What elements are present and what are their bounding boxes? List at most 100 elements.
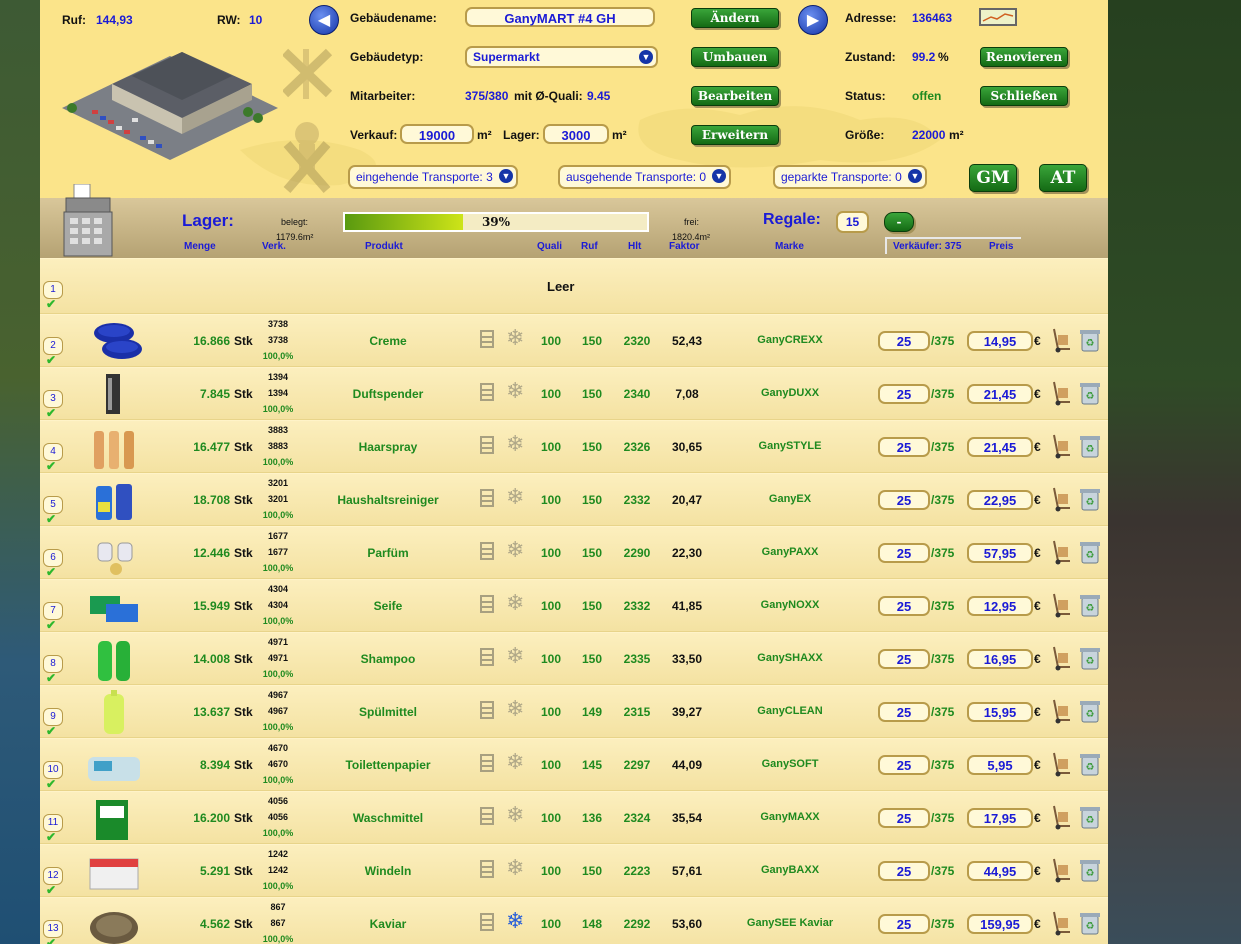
snowflake-icon[interactable]: ❄ — [506, 910, 524, 932]
hand-truck-icon[interactable] — [1048, 592, 1072, 618]
trash-icon[interactable]: ♻ — [1078, 751, 1102, 777]
col-preis[interactable]: Preis — [989, 241, 1013, 252]
product-name[interactable]: Spülmittel — [288, 705, 488, 719]
preis-input[interactable]: 17,95 — [967, 808, 1033, 828]
verkaeufer-input[interactable]: 25 — [878, 490, 930, 510]
snowflake-icon[interactable]: ❄ — [506, 592, 524, 614]
product-name[interactable]: Parfüm — [288, 546, 488, 560]
shelf-cart-icon[interactable] — [479, 435, 495, 457]
snowflake-icon[interactable]: ❄ — [506, 380, 524, 402]
trash-icon[interactable]: ♻ — [1078, 645, 1102, 671]
at-button[interactable]: AT — [1039, 164, 1087, 192]
bearbeiten-button[interactable]: Bearbeiten — [691, 86, 779, 106]
hand-truck-icon[interactable] — [1048, 698, 1072, 724]
product-name[interactable]: Duftspender — [288, 387, 488, 401]
col-hlt[interactable]: Hlt — [628, 241, 641, 252]
hand-truck-icon[interactable] — [1048, 910, 1072, 936]
chart-icon[interactable] — [979, 8, 1017, 26]
hand-truck-icon[interactable] — [1048, 751, 1072, 777]
verkaeufer-input[interactable]: 25 — [878, 437, 930, 457]
product-name[interactable]: Waschmittel — [288, 811, 488, 825]
shelf-cart-icon[interactable] — [479, 541, 495, 563]
hand-truck-icon[interactable] — [1048, 804, 1072, 830]
trash-icon[interactable]: ♻ — [1078, 804, 1102, 830]
trash-icon[interactable]: ♻ — [1078, 910, 1102, 936]
shelf-cart-icon[interactable] — [479, 382, 495, 404]
snowflake-icon[interactable]: ❄ — [506, 539, 524, 561]
verkaeufer-input[interactable]: 25 — [878, 914, 930, 934]
verkauf-field[interactable]: 19000 — [400, 124, 474, 144]
trash-icon[interactable]: ♻ — [1078, 433, 1102, 459]
snowflake-icon[interactable]: ❄ — [506, 327, 524, 349]
trash-icon[interactable]: ♻ — [1078, 698, 1102, 724]
verkaeufer-input[interactable]: 25 — [878, 543, 930, 563]
renovieren-button[interactable]: Renovieren — [980, 47, 1068, 67]
col-faktor[interactable]: Faktor — [669, 241, 700, 252]
preis-input[interactable]: 14,95 — [967, 331, 1033, 351]
shelf-cart-icon[interactable] — [479, 806, 495, 828]
regale-field[interactable]: 15 — [836, 211, 869, 233]
shelf-cart-icon[interactable] — [479, 647, 495, 669]
verkaeufer-input[interactable]: 25 — [878, 702, 930, 722]
verkaeufer-input[interactable]: 25 — [878, 384, 930, 404]
building-type-select[interactable]: Supermarkt ▼ — [465, 46, 658, 68]
verkaeufer-input[interactable]: 25 — [878, 861, 930, 881]
verkaeufer-input[interactable]: 25 — [878, 331, 930, 351]
snowflake-icon[interactable]: ❄ — [506, 751, 524, 773]
ausgehende-transporte-select[interactable]: ausgehende Transporte: 0 ▼ — [558, 165, 731, 189]
preis-input[interactable]: 22,95 — [967, 490, 1033, 510]
preis-input[interactable]: 44,95 — [967, 861, 1033, 881]
col-ruf[interactable]: Ruf — [581, 241, 598, 252]
shelf-cart-icon[interactable] — [479, 700, 495, 722]
preis-input[interactable]: 12,95 — [967, 596, 1033, 616]
col-marke[interactable]: Marke — [775, 241, 804, 252]
snowflake-icon[interactable]: ❄ — [506, 857, 524, 879]
preis-input[interactable]: 21,45 — [967, 384, 1033, 404]
preis-input[interactable]: 57,95 — [967, 543, 1033, 563]
hand-truck-icon[interactable] — [1048, 327, 1072, 353]
trash-icon[interactable]: ♻ — [1078, 857, 1102, 883]
preis-input[interactable]: 5,95 — [967, 755, 1033, 775]
product-name[interactable]: Windeln — [288, 864, 488, 878]
lager-field[interactable]: 3000 — [543, 124, 609, 144]
shelf-cart-icon[interactable] — [479, 753, 495, 775]
verkaeufer-input[interactable]: 25 — [878, 755, 930, 775]
product-name[interactable]: Toilettenpapier — [288, 758, 488, 772]
regale-minus-button[interactable]: - — [884, 212, 914, 232]
col-quali[interactable]: Quali — [537, 241, 562, 252]
erweitern-button[interactable]: Erweitern — [691, 125, 779, 145]
shelf-cart-icon[interactable] — [479, 488, 495, 510]
snowflake-icon[interactable]: ❄ — [506, 645, 524, 667]
hand-truck-icon[interactable] — [1048, 645, 1072, 671]
trash-icon[interactable]: ♻ — [1078, 486, 1102, 512]
hand-truck-icon[interactable] — [1048, 539, 1072, 565]
building-name-field[interactable]: GanyMART #4 GH — [465, 7, 655, 27]
product-name[interactable]: Haarspray — [288, 440, 488, 454]
previous-building-button[interactable]: ◀ — [309, 5, 339, 35]
snowflake-icon[interactable]: ❄ — [506, 698, 524, 720]
verkaeufer-input[interactable]: 25 — [878, 808, 930, 828]
preis-input[interactable]: 15,95 — [967, 702, 1033, 722]
schliessen-button[interactable]: Schließen — [980, 86, 1068, 106]
col-verk[interactable]: Verk. — [262, 241, 286, 252]
col-menge[interactable]: Menge — [184, 241, 216, 252]
trash-icon[interactable]: ♻ — [1078, 539, 1102, 565]
eingehende-transporte-select[interactable]: eingehende Transporte: 3 ▼ — [348, 165, 518, 189]
product-name[interactable]: Haushaltsreiniger — [288, 493, 488, 507]
trash-icon[interactable]: ♻ — [1078, 592, 1102, 618]
snowflake-icon[interactable]: ❄ — [506, 486, 524, 508]
trash-icon[interactable]: ♻ — [1078, 380, 1102, 406]
product-name[interactable]: Creme — [288, 334, 488, 348]
col-verkaeufer[interactable]: Verkäufer: 375 — [893, 241, 961, 252]
hand-truck-icon[interactable] — [1048, 486, 1072, 512]
geparkte-transporte-select[interactable]: geparkte Transporte: 0 ▼ — [773, 165, 927, 189]
product-name[interactable]: Kaviar — [288, 917, 488, 931]
snowflake-icon[interactable]: ❄ — [506, 804, 524, 826]
verkaeufer-input[interactable]: 25 — [878, 649, 930, 669]
col-produkt[interactable]: Produkt — [365, 241, 403, 252]
product-name[interactable]: Seife — [288, 599, 488, 613]
snowflake-icon[interactable]: ❄ — [506, 433, 524, 455]
shelf-cart-icon[interactable] — [479, 594, 495, 616]
hand-truck-icon[interactable] — [1048, 433, 1072, 459]
gm-button[interactable]: GM — [969, 164, 1017, 192]
